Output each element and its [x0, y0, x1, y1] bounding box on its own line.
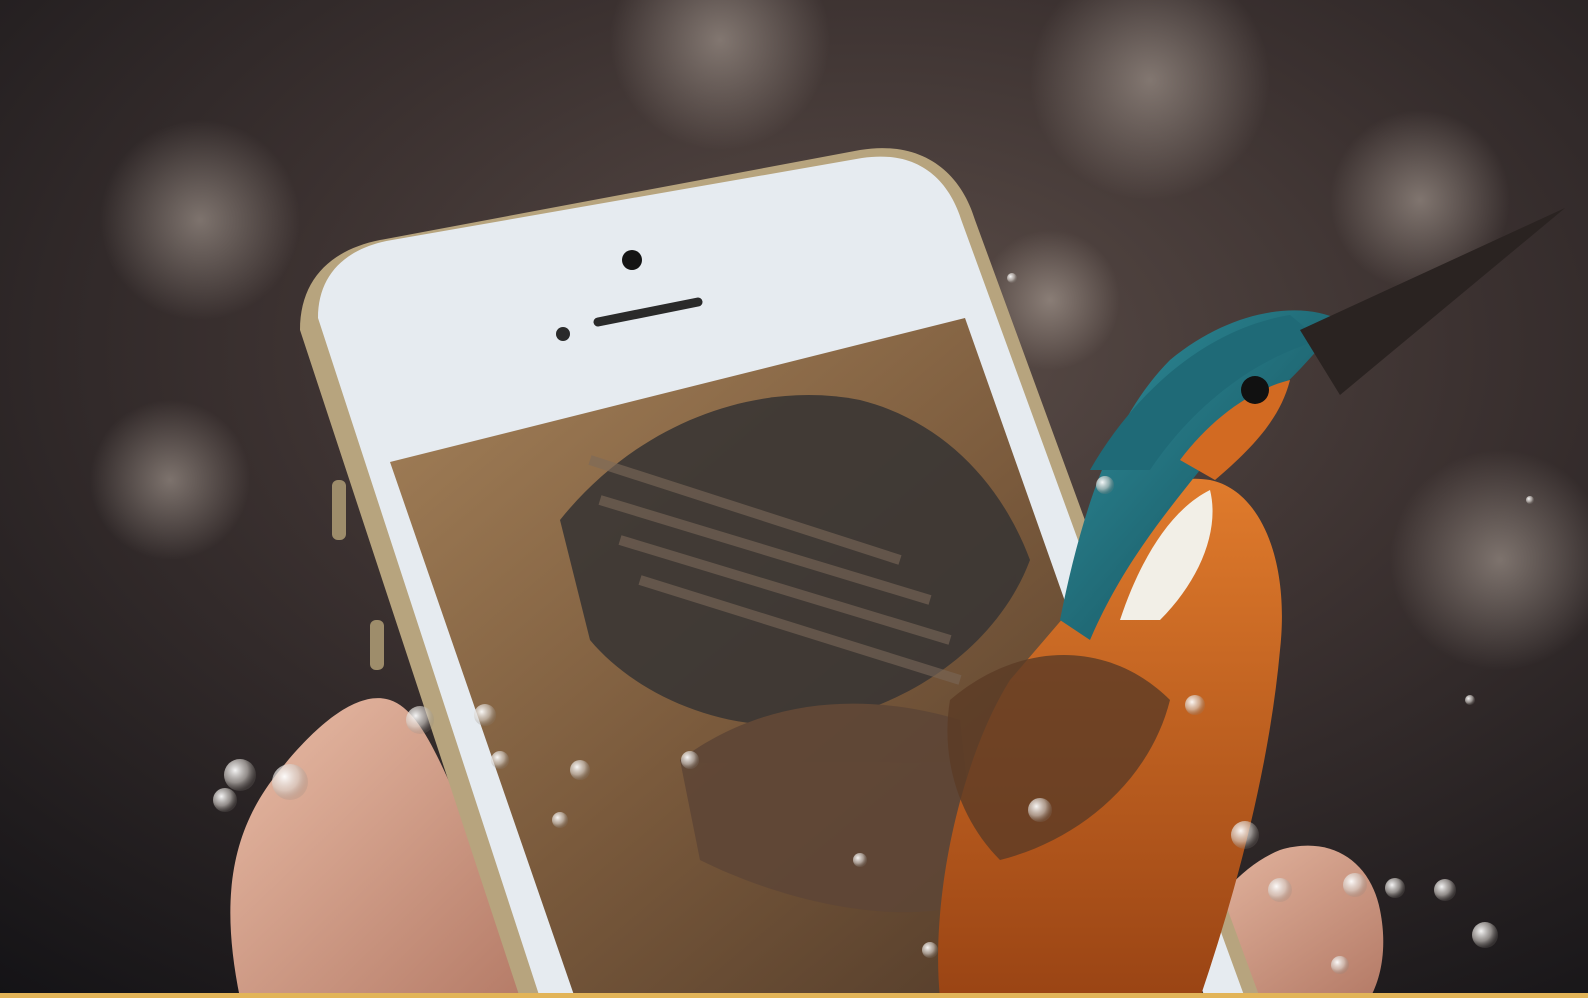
eye-icon	[1241, 376, 1269, 404]
volume-button	[332, 480, 346, 540]
photo-scene	[0, 0, 1588, 998]
front-camera-icon	[622, 250, 642, 270]
power-button	[370, 620, 384, 670]
sensor-icon	[556, 327, 570, 341]
scene-illustration	[0, 0, 1588, 998]
bottom-accent-line	[0, 993, 1588, 998]
